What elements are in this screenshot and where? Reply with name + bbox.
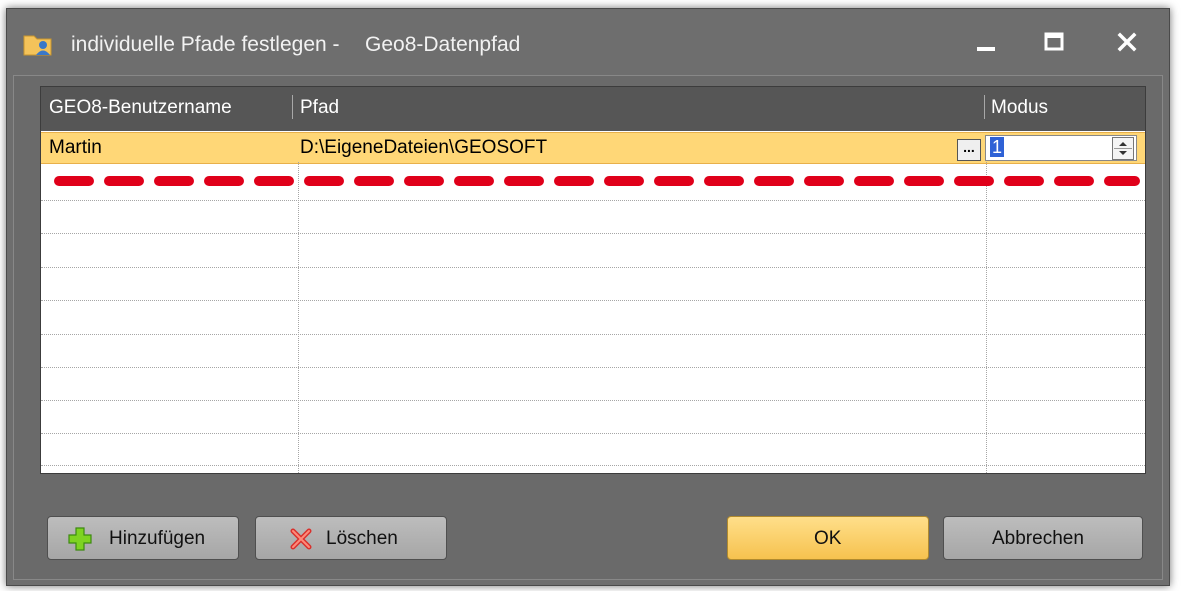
add-button[interactable]: Hinzufügen — [47, 516, 239, 560]
browse-button[interactable]: ... — [957, 139, 981, 161]
window-title: individuelle Pfade festlegen - Geo8-Date… — [71, 33, 521, 56]
ok-button-label: OK — [814, 528, 842, 549]
row-gridline — [41, 200, 1145, 201]
row-gridline — [41, 465, 1145, 466]
grid-header: GEO8-Benutzername Pfad Modus — [41, 87, 1145, 131]
title-bar[interactable]: individuelle Pfade festlegen - Geo8-Date… — [7, 9, 1169, 71]
add-button-label: Hinzufügen — [109, 528, 206, 549]
plus-icon — [68, 527, 92, 551]
ok-button[interactable]: OK — [727, 516, 929, 560]
column-divider[interactable] — [984, 95, 985, 119]
delete-x-icon — [290, 528, 312, 550]
modus-value[interactable]: 1 — [990, 137, 1005, 157]
annotation-dashed-line — [54, 176, 1140, 186]
row-gridline — [41, 267, 1145, 268]
cancel-button[interactable]: Abbrechen — [943, 516, 1143, 560]
delete-button-label: Löschen — [326, 528, 398, 549]
column-header-user[interactable]: GEO8-Benutzername — [49, 97, 232, 119]
row-gridline — [41, 233, 1145, 234]
folder-user-icon — [23, 35, 52, 56]
cell-path[interactable]: D:\EigeneDateien\GEOSOFT — [300, 137, 547, 159]
modus-stepper[interactable]: 1 — [985, 135, 1137, 161]
row-gridline — [41, 367, 1145, 368]
row-gridline — [41, 400, 1145, 401]
table-row[interactable]: Martin D:\EigeneDateien\GEOSOFT ... 1 — [41, 132, 1145, 164]
column-divider[interactable] — [292, 95, 293, 119]
column-gridline — [298, 162, 299, 473]
delete-button[interactable]: Löschen — [255, 516, 447, 560]
window-subtitle: Geo8-Datenpfad — [365, 33, 521, 56]
row-gridline — [41, 300, 1145, 301]
close-icon[interactable] — [1107, 25, 1147, 59]
row-gridline — [41, 433, 1145, 434]
spin-arrows-icon[interactable] — [1112, 137, 1134, 160]
row-gridline — [41, 334, 1145, 335]
column-header-modus[interactable]: Modus — [991, 97, 1048, 119]
paths-grid[interactable]: GEO8-Benutzername Pfad Modus Martin D:\E… — [40, 86, 1146, 474]
cell-user[interactable]: Martin — [49, 137, 102, 159]
column-header-path[interactable]: Pfad — [300, 97, 339, 119]
column-gridline — [986, 162, 987, 473]
cancel-button-label: Abbrechen — [992, 528, 1084, 549]
minimize-icon[interactable] — [967, 25, 1007, 59]
maximize-icon[interactable] — [1034, 25, 1074, 59]
